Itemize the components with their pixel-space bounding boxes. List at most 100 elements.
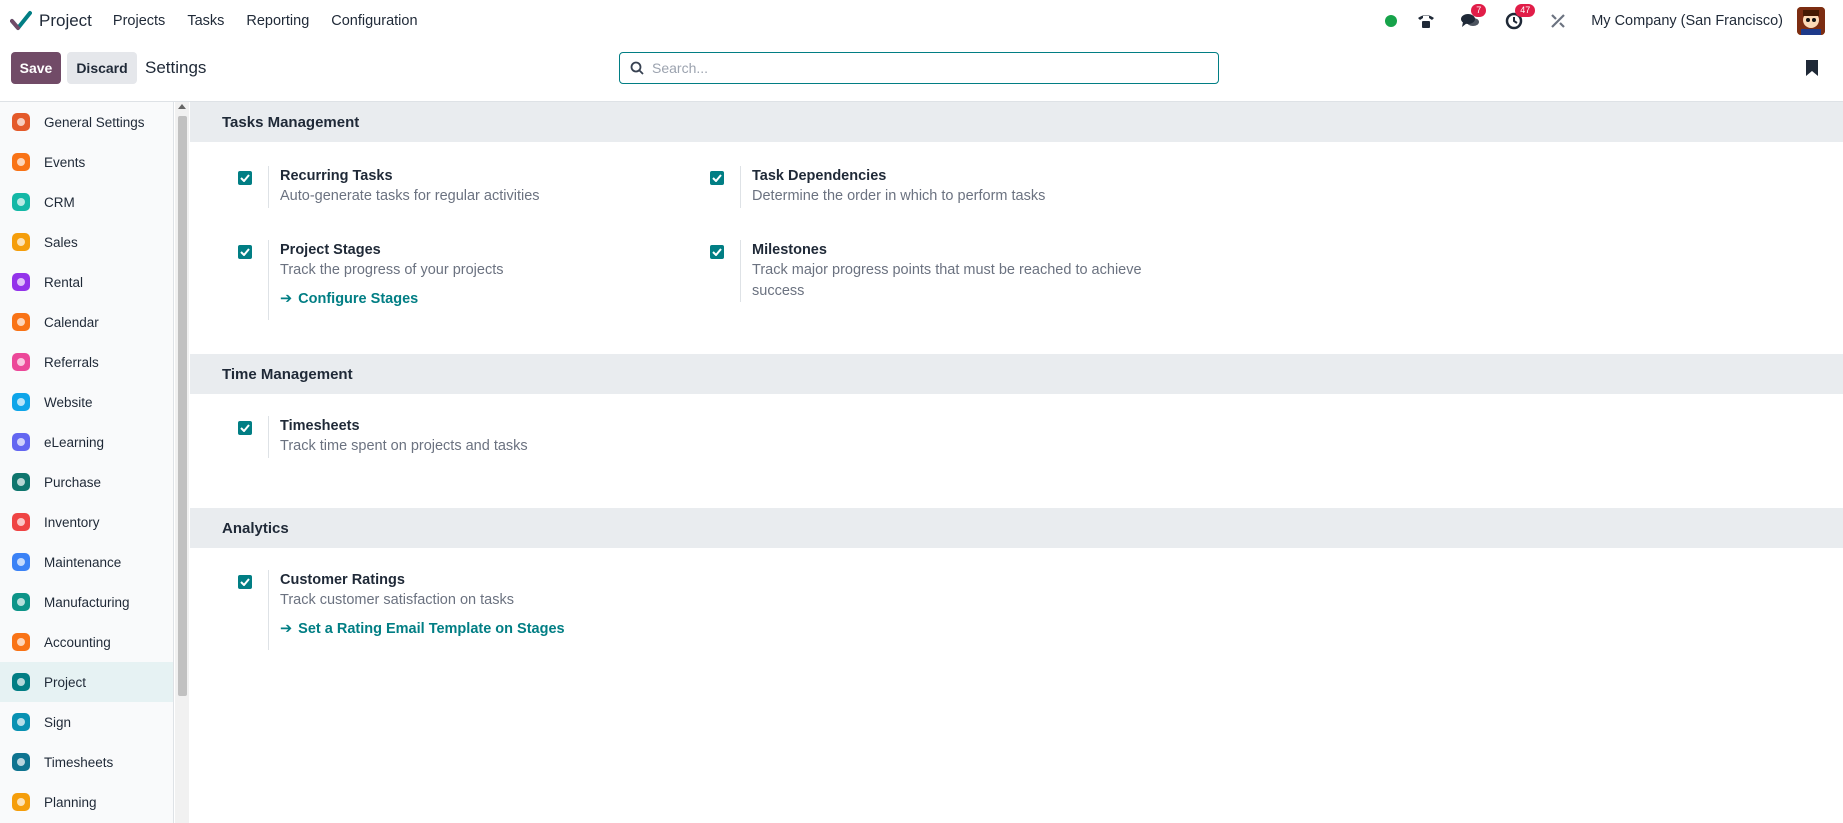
website-icon bbox=[12, 393, 30, 411]
sidebar-item-label: Events bbox=[44, 154, 86, 170]
task-dependencies-desc: Determine the order in which to perform … bbox=[752, 188, 1046, 204]
menu-tasks[interactable]: Tasks bbox=[187, 13, 224, 29]
configure-stages-label: Configure Stages bbox=[298, 291, 419, 307]
planning-icon bbox=[12, 793, 30, 811]
debug-tools-icon[interactable] bbox=[1547, 10, 1569, 32]
recurring-tasks-checkbox[interactable] bbox=[238, 171, 252, 185]
calendar-icon bbox=[12, 313, 30, 331]
discard-button[interactable]: Discard bbox=[67, 52, 137, 84]
sidebar-item-planning[interactable]: Planning bbox=[0, 782, 173, 822]
milestones-checkbox[interactable] bbox=[710, 245, 724, 259]
control-panel: Save Discard Settings bbox=[0, 42, 1843, 102]
messages-badge: 7 bbox=[1471, 4, 1487, 17]
sidebar-item-crm[interactable]: CRM bbox=[0, 182, 173, 222]
company-switcher[interactable]: My Company (San Francisco) bbox=[1591, 13, 1783, 29]
presence-status-icon[interactable] bbox=[1385, 15, 1398, 27]
manufacturing-icon bbox=[12, 593, 30, 611]
timesheets-icon bbox=[12, 753, 30, 771]
section-header-analytics: Analytics bbox=[190, 508, 1843, 548]
elearning-icon bbox=[12, 433, 30, 451]
customer-ratings-title: Customer Ratings bbox=[280, 572, 405, 588]
setting-recurring-tasks: Recurring Tasks Auto-generate tasks for … bbox=[238, 166, 540, 208]
sidebar-item-sales[interactable]: Sales bbox=[0, 222, 173, 262]
configure-stages-link[interactable]: ➔ Configure Stages bbox=[280, 291, 418, 307]
sidebar-item-website[interactable]: Website bbox=[0, 382, 173, 422]
top-navbar: Project Projects Tasks Reporting Configu… bbox=[0, 0, 1843, 42]
sidebar-item-label: CRM bbox=[44, 194, 75, 210]
sidebar-item-label: Timesheets bbox=[44, 754, 114, 770]
setting-customer-ratings: Customer Ratings Track customer satisfac… bbox=[238, 570, 565, 650]
crm-icon bbox=[12, 193, 30, 211]
sidebar-item-referrals[interactable]: Referrals bbox=[0, 342, 173, 382]
menu-projects[interactable]: Projects bbox=[113, 13, 165, 29]
save-button[interactable]: Save bbox=[11, 52, 61, 84]
menu-configuration[interactable]: Configuration bbox=[331, 13, 417, 29]
activities-badge: 47 bbox=[1515, 4, 1536, 17]
rating-email-template-label: Set a Rating Email Template on Stages bbox=[298, 621, 565, 637]
app-brand[interactable]: Project bbox=[10, 10, 92, 32]
settings-main: Tasks Management Recurring Tasks Auto-ge… bbox=[190, 102, 1843, 823]
timesheets-checkbox[interactable] bbox=[238, 421, 252, 435]
sidebar-item-elearning[interactable]: eLearning bbox=[0, 422, 173, 462]
section-header-tasks-management: Tasks Management bbox=[190, 102, 1843, 142]
scroll-up-icon[interactable] bbox=[178, 104, 186, 109]
sidebar-item-label: Referrals bbox=[44, 354, 99, 370]
sidebar-item-label: Purchase bbox=[44, 474, 102, 490]
sidebar-item-label: Sales bbox=[44, 234, 78, 250]
sidebar-item-manufacturing[interactable]: Manufacturing bbox=[0, 582, 173, 622]
search-input[interactable] bbox=[652, 60, 1192, 76]
task-dependencies-checkbox[interactable] bbox=[710, 171, 724, 185]
bookmark-icon[interactable] bbox=[1806, 60, 1818, 76]
customer-ratings-checkbox[interactable] bbox=[238, 575, 252, 589]
sidebar-item-accounting[interactable]: Accounting bbox=[0, 622, 173, 662]
sidebar-item-label: Accounting bbox=[44, 634, 111, 650]
section-header-time-management: Time Management bbox=[190, 354, 1843, 394]
sidebar-item-label: Planning bbox=[44, 794, 97, 810]
sidebar-item-project[interactable]: Project bbox=[0, 662, 173, 702]
sidebar-item-maintenance[interactable]: Maintenance bbox=[0, 542, 173, 582]
navbar-systray: 7 47 My Company (San Francisco) bbox=[1385, 0, 1843, 42]
setting-task-dependencies: Task Dependencies Determine the order in… bbox=[710, 166, 1045, 208]
sidebar-item-label: Rental bbox=[44, 274, 84, 290]
app-name: Project bbox=[39, 11, 92, 30]
sidebar-item-rental[interactable]: Rental bbox=[0, 262, 173, 302]
sidebar-item-label: Manufacturing bbox=[44, 594, 130, 610]
phone-icon[interactable] bbox=[1415, 10, 1437, 32]
milestones-desc: Track major progress points that must be… bbox=[752, 262, 1142, 299]
sidebar-item-calendar[interactable]: Calendar bbox=[0, 302, 173, 342]
project-app-icon bbox=[10, 11, 32, 30]
search-box[interactable] bbox=[619, 52, 1219, 84]
sidebar-item-timesheets[interactable]: Timesheets bbox=[0, 742, 173, 782]
sidebar-item-events[interactable]: Events bbox=[0, 142, 173, 182]
arrow-right-icon: ➔ bbox=[280, 291, 293, 307]
sidebar-item-general-settings[interactable]: General Settings bbox=[0, 102, 173, 142]
sidebar-item-label: Website bbox=[44, 394, 93, 410]
project-stages-desc: Track the progress of your projects bbox=[280, 262, 504, 278]
messages-icon[interactable]: 7 bbox=[1459, 4, 1487, 32]
project-icon bbox=[12, 673, 30, 691]
page-title: Settings bbox=[145, 58, 207, 77]
setting-project-stages: Project Stages Track the progress of you… bbox=[238, 240, 504, 320]
activities-icon[interactable]: 47 bbox=[1503, 4, 1536, 32]
sidebar-item-purchase[interactable]: Purchase bbox=[0, 462, 173, 502]
sidebar-item-inventory[interactable]: Inventory bbox=[0, 502, 173, 542]
timesheets-title: Timesheets bbox=[280, 418, 360, 434]
settings-sidebar: General Settings Events CRM Sales Rental Cale… bbox=[0, 102, 174, 823]
menu-reporting[interactable]: Reporting bbox=[246, 13, 309, 29]
timesheets-desc: Track time spent on projects and tasks bbox=[280, 438, 528, 454]
sidebar-item-sign[interactable]: Sign bbox=[0, 702, 173, 742]
rating-email-template-link[interactable]: ➔ Set a Rating Email Template on Stages bbox=[280, 621, 565, 637]
analytics-settings: Customer Ratings Track customer satisfac… bbox=[190, 548, 1843, 688]
project-stages-checkbox[interactable] bbox=[238, 245, 252, 259]
sign-icon bbox=[12, 713, 30, 731]
sidebar-item-label: eLearning bbox=[44, 434, 105, 450]
user-avatar[interactable] bbox=[1797, 7, 1825, 35]
inventory-icon bbox=[12, 513, 30, 531]
project-stages-title: Project Stages bbox=[280, 242, 381, 258]
sidebar-item-label: Sign bbox=[44, 714, 72, 730]
general-settings-icon bbox=[12, 113, 30, 131]
sales-icon bbox=[12, 233, 30, 251]
scroll-thumb[interactable] bbox=[178, 116, 187, 696]
sidebar-item-label: Inventory bbox=[44, 514, 100, 530]
sidebar-scrollbar[interactable] bbox=[175, 102, 189, 823]
